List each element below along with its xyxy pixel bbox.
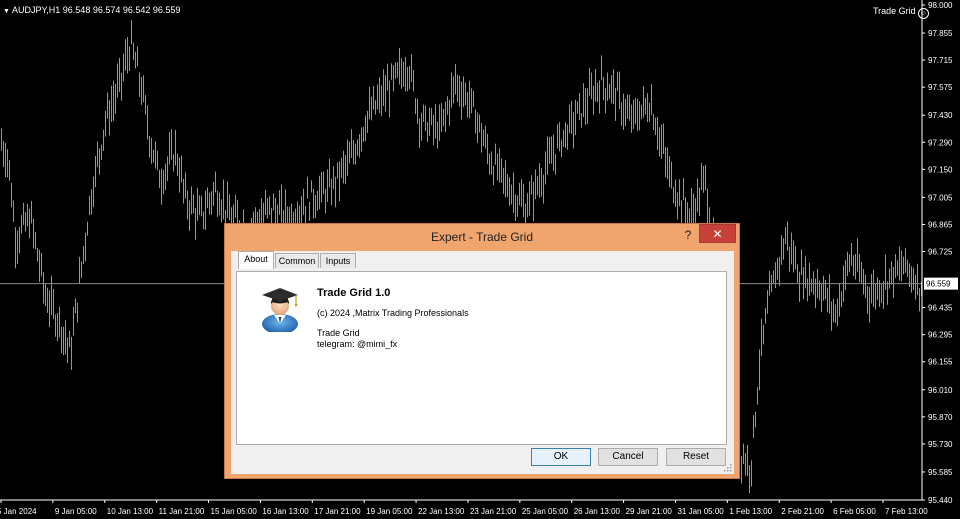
expert-advisor-label[interactable]: Trade Grid ☺ xyxy=(873,6,929,19)
time-label: 16 Jan 13:00 xyxy=(262,507,309,516)
time-label: 31 Jan 05:00 xyxy=(677,507,724,516)
ea-status-icon: ☺ xyxy=(917,8,929,19)
time-label: 17 Jan 21:00 xyxy=(314,507,361,516)
close-button[interactable]: ✕ xyxy=(699,224,736,243)
description-line-2: telegram: @mimi_fx xyxy=(317,339,398,349)
time-label: 25 Jan 05:00 xyxy=(522,507,569,516)
price-label: 96.725 xyxy=(928,248,953,257)
time-label: 1 Feb 13:00 xyxy=(729,507,772,516)
symbol-info-text: AUDJPY,H1 96.548 96.574 96.542 96.559 xyxy=(11,5,181,15)
about-panel: Trade Grid 1.0 (c) 2024 ,Matrix Trading … xyxy=(236,271,727,445)
resize-grip-icon[interactable] xyxy=(724,464,732,472)
time-label: 10 Jan 13:00 xyxy=(107,507,154,516)
reset-button[interactable]: Reset xyxy=(666,448,726,466)
copyright-text: (c) 2024 ,Matrix Trading Professionals xyxy=(317,308,469,318)
price-label: 97.575 xyxy=(928,83,953,92)
tab-common[interactable]: Common xyxy=(275,253,319,268)
cancel-button[interactable]: Cancel xyxy=(598,448,658,466)
price-label: 97.005 xyxy=(928,193,953,202)
ea-title: Trade Grid 1.0 xyxy=(317,287,391,299)
dialog-body: About Common Inputs Trade Grid 1.0 (c) 2… xyxy=(231,251,734,474)
price-label: 97.290 xyxy=(928,138,953,147)
ea-name: Trade Grid xyxy=(873,6,916,16)
time-label: 26 Jan 13:00 xyxy=(574,507,621,516)
price-label: 96.865 xyxy=(928,220,953,229)
price-label: 97.430 xyxy=(928,111,953,120)
price-label: 95.730 xyxy=(928,440,953,449)
collapse-triangle-icon[interactable]: ▼ xyxy=(3,8,10,15)
help-button[interactable]: ? xyxy=(681,226,695,244)
time-label: 29 Jan 21:00 xyxy=(626,507,673,516)
graduate-icon xyxy=(262,288,298,332)
dialog-title: Expert - Trade Grid xyxy=(430,230,534,244)
time-label: 19 Jan 05:00 xyxy=(366,507,413,516)
time-label: 6 Feb 05:00 xyxy=(833,507,876,516)
time-label: 23 Jan 21:00 xyxy=(470,507,517,516)
price-label: 95.440 xyxy=(928,496,953,505)
time-label: 11 Jan 21:00 xyxy=(159,507,205,516)
time-label: 9 Jan 05:00 xyxy=(55,507,97,516)
time-label: 22 Jan 13:00 xyxy=(418,507,465,516)
price-label: 96.010 xyxy=(928,386,953,395)
tab-inputs[interactable]: Inputs xyxy=(320,253,356,268)
price-label: 96.155 xyxy=(928,358,953,367)
time-label: 2 Feb 21:00 xyxy=(781,507,824,516)
time-label: 5 Jan 2024 xyxy=(0,507,37,516)
chart-symbol-info: ▼ AUDJPY,H1 96.548 96.574 96.542 96.559 xyxy=(3,5,180,15)
current-price-label: 96.559 xyxy=(926,280,951,289)
ok-button[interactable]: OK xyxy=(531,448,591,466)
expert-dialog: Expert - Trade Grid ? ✕ About Common Inp… xyxy=(224,223,740,479)
tab-about[interactable]: About xyxy=(238,251,274,269)
price-label: 96.435 xyxy=(928,304,953,313)
description-line-1: Trade Grid xyxy=(317,328,360,338)
time-label: 15 Jan 05:00 xyxy=(211,507,258,516)
price-label: 97.715 xyxy=(928,56,953,65)
price-label: 97.855 xyxy=(928,29,953,38)
price-label: 98.000 xyxy=(928,1,953,10)
price-label: 95.870 xyxy=(928,413,953,422)
price-label: 96.295 xyxy=(928,331,953,340)
price-label: 97.150 xyxy=(928,165,953,174)
price-label: 95.585 xyxy=(928,468,953,477)
time-label: 7 Feb 13:00 xyxy=(885,507,928,516)
